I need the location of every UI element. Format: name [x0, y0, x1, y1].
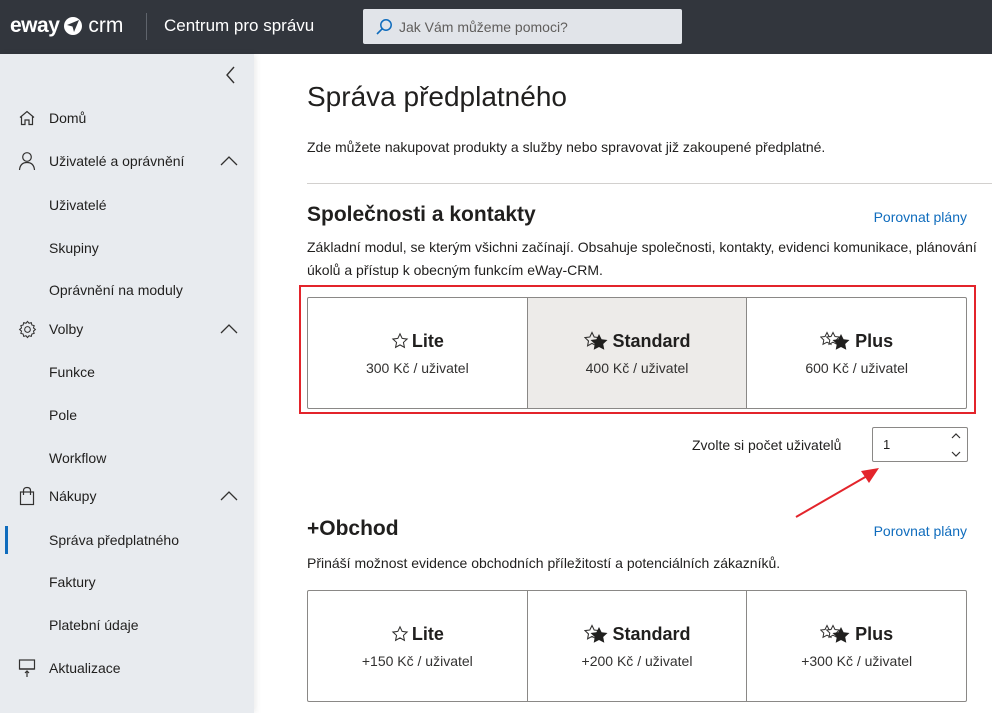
plan-price: 300 Kč / uživatel — [365, 359, 469, 376]
sidebar-item-label: Workflow — [49, 450, 107, 466]
sidebar-item-label: Aktualizace — [49, 660, 121, 676]
user-count-stepper[interactable] — [872, 427, 968, 462]
sidebar-item-label: Oprávnění na moduly — [49, 282, 183, 298]
sidebar-item-label: Uživatelé — [49, 197, 107, 213]
chevron-up-icon[interactable] — [219, 154, 239, 168]
sidebar-item-label: Faktury — [49, 574, 96, 590]
chevron-left-icon[interactable] — [222, 64, 240, 86]
sidebar-item-purchases[interactable]: Nákupy — [0, 478, 254, 514]
plan-option-plus[interactable]: Plus +300 Kč / uživatel — [747, 591, 966, 701]
sidebar-item-users-permissions[interactable]: Uživatelé a oprávnění — [0, 143, 254, 179]
plan-name: Standard — [612, 623, 691, 644]
plan-price: 400 Kč / uživatel — [585, 359, 689, 376]
user-count-input[interactable] — [883, 437, 943, 452]
page-title: Správa předplatného — [307, 81, 567, 112]
section-description: Přináší možnost evidence obchodních příl… — [307, 555, 781, 571]
three-stars-icon — [820, 331, 850, 350]
sidebar-item-home[interactable]: Domů — [0, 100, 254, 136]
plan-option-standard[interactable]: Standard 400 Kč / uživatel — [527, 298, 748, 408]
stepper-arrows[interactable] — [949, 432, 963, 458]
eway-crm-logo[interactable]: eway crm — [10, 14, 123, 38]
two-stars-icon — [583, 331, 607, 350]
section-description: Základní modul, se kterým všichni začína… — [307, 239, 977, 278]
plan-price: +300 Kč / uživatel — [801, 652, 913, 669]
chevron-up-icon[interactable] — [951, 432, 961, 439]
search-icon — [376, 18, 392, 35]
star-outline-icon — [391, 625, 409, 642]
app-title: Centrum pro správu — [164, 16, 315, 35]
sidebar-item-label: Platební údaje — [49, 617, 139, 633]
user-count-label: Zvolte si počet uživatelů — [692, 437, 842, 453]
shopping-bag-icon — [17, 486, 37, 506]
update-icon — [17, 658, 37, 678]
section-title: +Obchod — [307, 517, 399, 540]
plan-name: Lite — [411, 623, 444, 644]
sidebar-item-fields[interactable]: Pole — [0, 397, 254, 433]
sidebar-item-label: Pole — [49, 407, 78, 423]
sidebar-item-module-permissions[interactable]: Oprávnění na moduly — [0, 272, 254, 308]
plan-name: Lite — [411, 330, 444, 351]
page-description: Zde můžete nakupovat produkty a služby n… — [307, 139, 826, 155]
search-input[interactable] — [399, 18, 669, 35]
sidebar-item-label: Skupiny — [49, 240, 99, 256]
plan-selector: Lite +150 Kč / uživatel Standard +200 Kč… — [307, 590, 967, 702]
plan-price: +200 Kč / uživatel — [581, 652, 693, 669]
main-content: Správa předplatného Zde můžete nakupovat… — [254, 54, 992, 713]
section-title: Společnosti a kontakty — [307, 203, 536, 226]
logo-mark-icon — [64, 17, 83, 35]
plan-name: Plus — [855, 623, 894, 644]
chevron-up-icon[interactable] — [219, 322, 239, 336]
sidebar-item-label: Uživatelé a oprávnění — [49, 153, 185, 169]
sidebar-item-groups[interactable]: Skupiny — [0, 230, 254, 266]
sidebar-item-workflow[interactable]: Workflow — [0, 440, 254, 476]
plan-option-plus[interactable]: Plus 600 Kč / uživatel — [747, 298, 966, 408]
person-icon — [17, 151, 37, 171]
sidebar-item-label: Domů — [49, 110, 87, 126]
sidebar: Domů Uživatelé a oprávnění Uživatelé Sku… — [0, 54, 254, 713]
plan-price: +150 Kč / uživatel — [361, 652, 473, 669]
plan-option-lite[interactable]: Lite 300 Kč / uživatel — [308, 298, 528, 408]
sidebar-item-subscription-management[interactable]: Správa předplatného — [0, 522, 254, 558]
two-stars-icon — [583, 624, 607, 643]
sidebar-item-users[interactable]: Uživatelé — [0, 187, 254, 223]
chevron-down-icon[interactable] — [951, 451, 961, 458]
compare-plans-link[interactable]: Porovnat plány — [874, 209, 967, 225]
logo-text-crm: crm — [88, 14, 124, 37]
three-stars-icon — [820, 624, 850, 643]
chevron-up-icon[interactable] — [219, 489, 239, 503]
plan-option-lite[interactable]: Lite +150 Kč / uživatel — [308, 591, 528, 701]
search-box[interactable] — [363, 9, 682, 44]
star-outline-icon — [391, 332, 409, 349]
gear-icon — [17, 319, 37, 339]
home-icon — [17, 108, 37, 128]
plan-price: 600 Kč / uživatel — [805, 359, 909, 376]
sidebar-item-label: Funkce — [49, 364, 95, 380]
plan-name: Plus — [855, 330, 894, 351]
logo-text-eway: eway — [10, 14, 60, 37]
plan-name: Standard — [612, 330, 691, 351]
sidebar-item-label: Nákupy — [49, 488, 97, 504]
sidebar-item-features[interactable]: Funkce — [0, 354, 254, 390]
sidebar-item-invoices[interactable]: Faktury — [0, 564, 254, 600]
annotation-arrow — [795, 468, 879, 518]
plan-option-standard[interactable]: Standard +200 Kč / uživatel — [528, 591, 748, 701]
sidebar-item-options[interactable]: Volby — [0, 311, 254, 347]
sidebar-item-updates[interactable]: Aktualizace — [0, 650, 254, 686]
divider — [307, 183, 992, 184]
sidebar-item-label: Volby — [49, 321, 84, 337]
header-divider — [146, 13, 147, 40]
plan-selector: Lite 300 Kč / uživatel Standard 400 Kč /… — [307, 297, 967, 409]
sidebar-item-label: Správa předplatného — [49, 532, 179, 548]
compare-plans-link[interactable]: Porovnat plány — [874, 523, 967, 539]
top-bar: eway crm Centrum pro správu — [0, 0, 992, 54]
sidebar-item-payment-details[interactable]: Platební údaje — [0, 607, 254, 643]
